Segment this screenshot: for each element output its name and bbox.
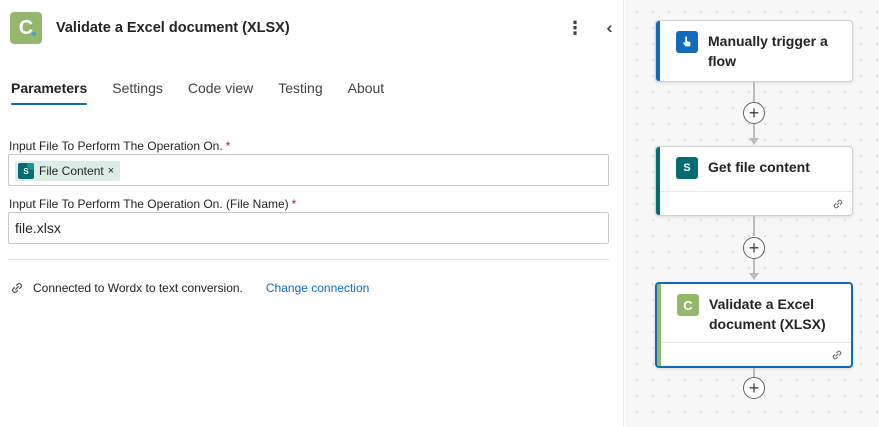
app-icon-letter: C — [18, 16, 34, 39]
file-name-field-label: Input File To Perform The Operation On. … — [9, 197, 296, 211]
file-field-label-text: Input File To Perform The Operation On. — [9, 139, 223, 153]
tab-about[interactable]: About — [348, 80, 385, 105]
step-title: Get file content — [708, 159, 810, 175]
tab-testing[interactable]: Testing — [278, 80, 322, 105]
app-icon-dot — [32, 32, 36, 36]
tab-parameters[interactable]: Parameters — [11, 80, 88, 105]
hand-tap-icon — [676, 31, 698, 53]
hand-tap-glyph — [683, 36, 691, 47]
step-footer — [660, 191, 852, 215]
file-content-token[interactable]: S File Content × — [15, 161, 121, 181]
sharepoint-icon-letter: S — [23, 166, 29, 176]
step-accent-bar — [656, 21, 660, 81]
file-field-label: Input File To Perform The Operation On. * — [9, 139, 230, 153]
connector-line — [753, 259, 755, 273]
add-step-button[interactable]: + — [743, 102, 765, 124]
connector-arrow — [749, 273, 759, 280]
change-connection-link[interactable]: Change connection — [266, 281, 369, 295]
token-label: File Content — [39, 164, 104, 178]
sharepoint-icon: S — [18, 163, 34, 179]
connector-c-icon: C — [677, 294, 699, 316]
double-chevron-left-icon[interactable]: ‹‹ — [596, 14, 618, 42]
action-details-panel: C Validate a Excel document (XLSX) ⋮ ‹‹ … — [0, 0, 624, 427]
link-icon — [832, 350, 842, 360]
connection-info: Connected to Wordx to text conversion. C… — [10, 281, 369, 295]
sharepoint-icon: S — [676, 157, 698, 179]
step-footer — [661, 342, 851, 366]
add-step-button[interactable]: + — [743, 377, 765, 399]
connector-c-icon: C — [10, 12, 42, 44]
file-name-input[interactable]: file.xlsx — [8, 212, 609, 244]
divider — [8, 259, 609, 260]
required-mark: * — [225, 139, 231, 153]
panel-header: C Validate a Excel document (XLSX) — [10, 12, 290, 44]
flow-step-validate-excel[interactable]: C Validate a Excel document (XLSX) — [655, 282, 853, 368]
flow-canvas: Manually trigger a flow + S Get file con… — [625, 0, 879, 427]
connector-line — [753, 124, 755, 138]
link-icon — [12, 283, 22, 293]
connection-text: Connected to Wordx to text conversion. — [33, 281, 243, 295]
file-input[interactable]: S File Content × — [8, 154, 609, 186]
token-remove-icon[interactable]: × — [108, 165, 114, 177]
add-step-button[interactable]: + — [743, 237, 765, 259]
connector-line — [753, 216, 755, 236]
tab-settings[interactable]: Settings — [112, 80, 163, 105]
tab-code-view[interactable]: Code view — [188, 80, 253, 105]
flow-step-get-file-content[interactable]: S Get file content — [655, 146, 853, 216]
more-vertical-icon[interactable]: ⋮ — [566, 14, 584, 42]
connector-arrow — [749, 138, 759, 145]
file-name-value: file.xlsx — [15, 220, 61, 236]
step-title: Manually trigger a flow — [708, 33, 828, 69]
file-name-field-label-text: Input File To Perform The Operation On. … — [9, 197, 289, 211]
link-icon — [833, 199, 843, 209]
panel-title: Validate a Excel document (XLSX) — [56, 20, 290, 36]
step-title: Validate a Excel document (XLSX) — [709, 296, 826, 332]
connector-line — [753, 82, 755, 102]
tab-bar: Parameters Settings Code view Testing Ab… — [11, 80, 409, 105]
flow-step-manual-trigger[interactable]: Manually trigger a flow — [655, 20, 853, 82]
connector-icon-letter: C — [683, 297, 693, 313]
sharepoint-icon-letter: S — [683, 162, 691, 174]
connector-line — [753, 368, 755, 377]
required-mark: * — [291, 197, 297, 211]
